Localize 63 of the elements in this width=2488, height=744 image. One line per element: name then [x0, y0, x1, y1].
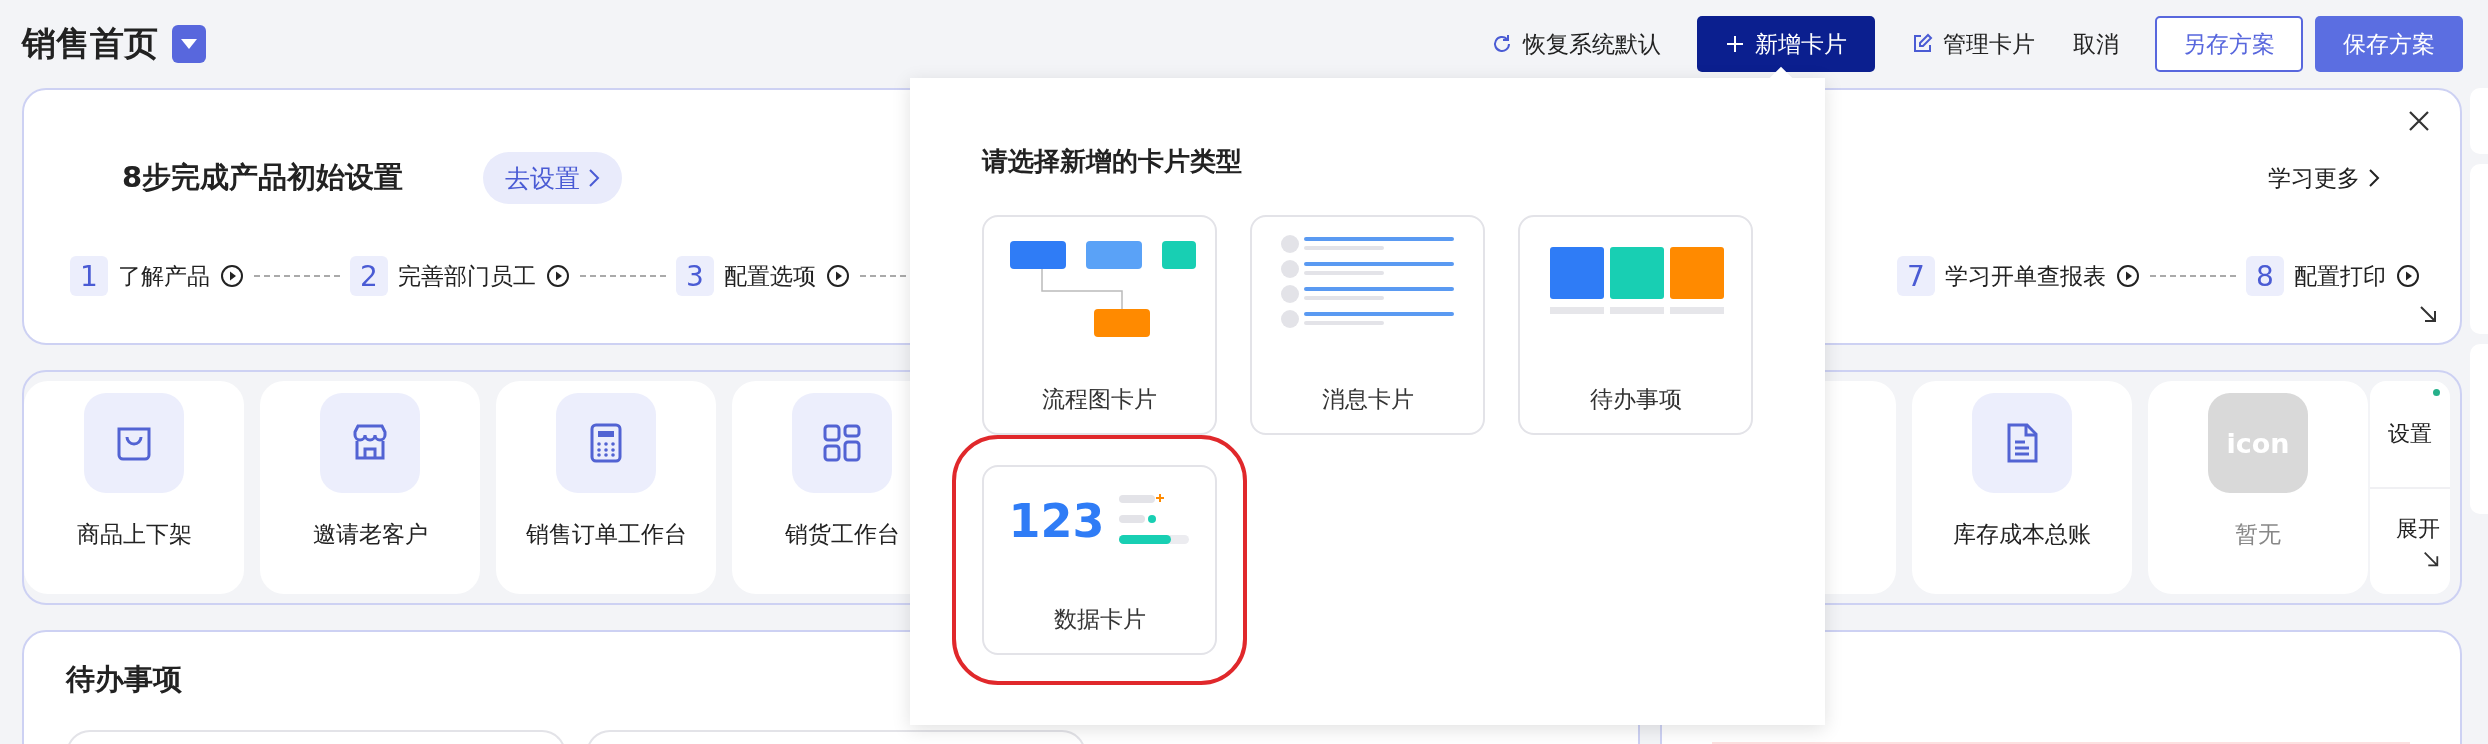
- shortcut-tile[interactable]: 销售订单工作台: [496, 381, 716, 594]
- step-number: 7: [1897, 256, 1935, 296]
- learn-more-link[interactable]: 学习更多: [2268, 162, 2380, 194]
- card-type-option[interactable]: 流程图卡片: [982, 215, 1217, 435]
- grid-icon: [792, 393, 892, 493]
- setup-title: 8步完成产品初始设置: [122, 159, 404, 196]
- expand-button[interactable]: 展开: [2370, 486, 2450, 594]
- store-icon: [320, 393, 420, 493]
- play-icon[interactable]: [826, 264, 850, 288]
- step-number: 3: [676, 256, 714, 296]
- play-icon[interactable]: [2116, 264, 2140, 288]
- save-as-button[interactable]: 另存方案: [2155, 16, 2303, 72]
- card-type-option[interactable]: 消息卡片: [1250, 215, 1485, 435]
- todo-title: 待办事项: [66, 662, 182, 696]
- page-title: 销售首页: [22, 22, 158, 65]
- play-icon[interactable]: [2396, 264, 2420, 288]
- shortcut-tile[interactable]: 邀请老客户: [260, 381, 480, 594]
- shortcut-tile[interactable]: 库存成本总账: [1912, 381, 2132, 594]
- refresh-icon: [1491, 33, 1513, 55]
- close-icon[interactable]: [2408, 110, 2430, 132]
- document-icon: [1972, 393, 2072, 493]
- manage-cards-button[interactable]: 管理卡片: [1909, 16, 2037, 72]
- step-label: 学习开单查报表: [1945, 261, 2106, 291]
- reset-button[interactable]: 恢复系统默认: [1489, 16, 1663, 72]
- card-type-label: 待办事项: [1589, 385, 1682, 414]
- step-number: 2: [350, 256, 388, 296]
- edit-icon: [1911, 33, 1933, 55]
- play-icon[interactable]: [220, 264, 244, 288]
- expand-arrow-icon[interactable]: [2418, 304, 2438, 324]
- card-type-option[interactable]: 待办事项: [1518, 215, 1753, 435]
- dropdown-button[interactable]: [172, 25, 206, 63]
- shortcut-label: 商品上下架: [76, 520, 192, 549]
- save-button[interactable]: 保存方案: [2315, 16, 2463, 72]
- calculator-icon: [556, 393, 656, 493]
- step-number: 1: [70, 256, 108, 296]
- shortcut-label: 销货工作台: [784, 520, 900, 549]
- step-label: 完善部门员工: [398, 261, 536, 291]
- popup-title: 请选择新增的卡片类型: [982, 145, 1243, 178]
- go-setup-button[interactable]: 去设置: [483, 152, 623, 204]
- bag-icon: [84, 393, 184, 493]
- step-number: 8: [2246, 256, 2284, 296]
- plus-icon: [1725, 34, 1745, 54]
- chevron-right-icon: [588, 168, 601, 188]
- step-label: 了解产品: [118, 261, 210, 291]
- status-dot: [2433, 389, 2440, 396]
- step-label: 配置选项: [724, 261, 816, 291]
- expand-arrow-icon: [2422, 550, 2440, 569]
- shortcut-label: 销售订单工作台: [525, 520, 687, 549]
- shortcut-tile[interactable]: 商品上下架: [24, 381, 244, 594]
- shortcut-label: 暂无: [2235, 520, 2281, 549]
- play-icon[interactable]: [546, 264, 570, 288]
- shortcut-label: 库存成本总账: [1953, 520, 2091, 549]
- data-figure: 123: [1008, 494, 1105, 548]
- settings-button[interactable]: 设置: [2370, 381, 2450, 487]
- card-type-label: 数据卡片: [1053, 605, 1146, 634]
- step-label: 配置打印: [2294, 261, 2386, 291]
- caret-icon: [181, 39, 197, 49]
- add-card-button[interactable]: 新增卡片: [1697, 16, 1875, 72]
- chevron-right-icon: [2368, 168, 2380, 188]
- shortcut-label: 邀请老客户: [312, 520, 428, 549]
- card-type-label: 流程图卡片: [1042, 385, 1157, 414]
- card-type-label: 消息卡片: [1321, 385, 1414, 414]
- cancel-button[interactable]: 取消: [2071, 16, 2121, 72]
